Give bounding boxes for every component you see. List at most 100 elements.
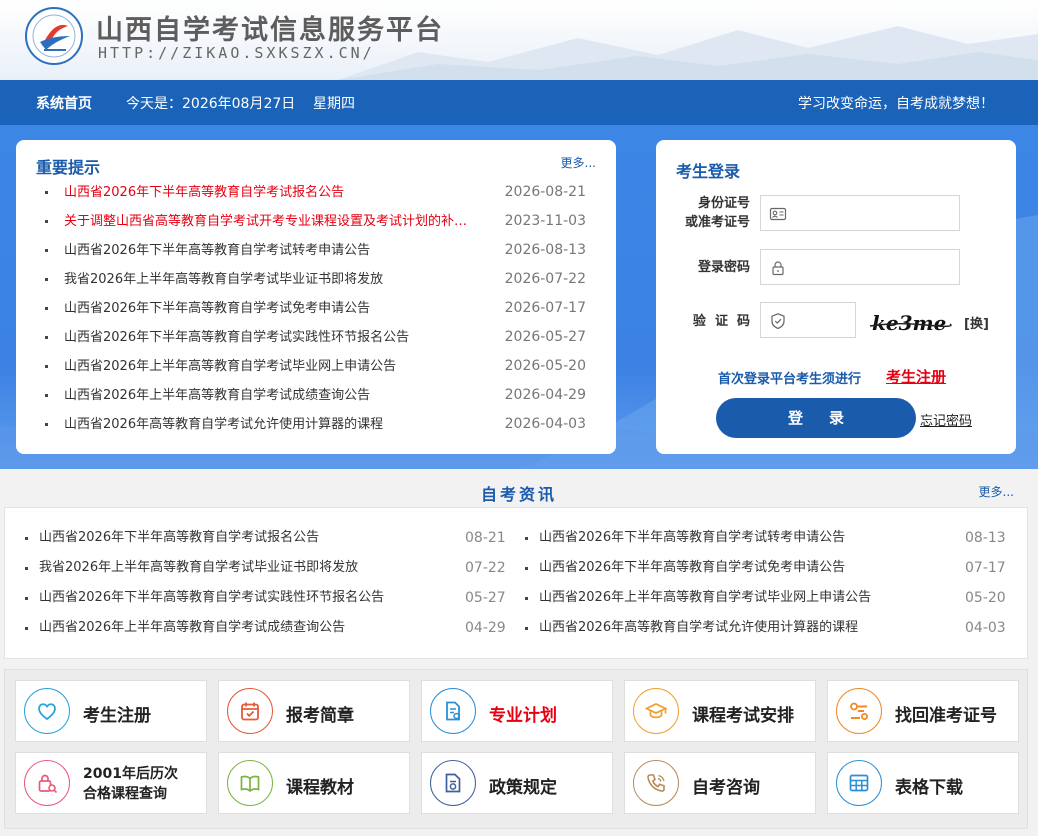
- quick-link-label: 找回准考证号: [895, 706, 997, 726]
- news-section-header: 自考资讯 更多...: [0, 469, 1038, 507]
- top-navbar: 系统首页 今天是：2026年08月27日 星期四 学习改变命运，自考成就梦想！: [0, 80, 1038, 125]
- notice-item-date: 2026-08-13: [504, 242, 586, 258]
- news-item-title[interactable]: 山西省2026年下半年高等教育自学考试免考申请公告: [539, 553, 845, 583]
- news-section-title: 自考资讯: [480, 485, 557, 504]
- forgot-password-link[interactable]: 忘记密码: [920, 410, 972, 429]
- news-item[interactable]: 我省2026年上半年高等教育自学考试毕业证书即将发放 07-22: [25, 553, 509, 583]
- captcha-field[interactable]: [760, 302, 856, 338]
- news-item[interactable]: 山西省2026年高等教育自学考试允许使用计算器的课程 04-03: [525, 613, 1009, 643]
- notice-item-title[interactable]: 山西省2026年下半年高等教育自学考试实践性环节报名公告: [64, 323, 496, 352]
- news-item[interactable]: 山西省2026年上半年高等教育自学考试成绩查询公告 04-29: [25, 613, 509, 643]
- bullet-dot: [45, 278, 48, 281]
- notice-more-link[interactable]: 更多...: [561, 154, 596, 171]
- site-title: 山西自学考试信息服务平台: [96, 15, 444, 46]
- notice-item[interactable]: 山西省2026年下半年高等教育自学考试免考申请公告 2026-07-17: [45, 294, 604, 323]
- news-item-title[interactable]: 山西省2026年上半年高等教育自学考试成绩查询公告: [39, 613, 345, 643]
- quick-link-graduation-cap[interactable]: 课程考试安排: [624, 680, 816, 742]
- quick-link-label-line-2: 合格课程查询: [83, 786, 167, 802]
- notice-item-title[interactable]: 山西省2026年上半年高等教育自学考试成绩查询公告: [64, 381, 496, 410]
- notice-item[interactable]: 山西省2026年下半年高等教育自学考试报名公告 2026-08-21: [45, 178, 604, 207]
- quick-link-calendar[interactable]: 报考简章: [218, 680, 410, 742]
- login-button[interactable]: 登录: [716, 398, 916, 438]
- table-icon: [836, 760, 882, 806]
- notice-item-title[interactable]: 山西省2026年下半年高等教育自学考试转考申请公告: [64, 236, 496, 265]
- news-more-link[interactable]: 更多...: [979, 483, 1014, 500]
- news-item-title[interactable]: 山西省2026年高等教育自学考试允许使用计算器的课程: [539, 613, 858, 643]
- notice-item-date: 2026-08-21: [504, 184, 586, 200]
- notice-item-date: 2026-05-20: [504, 358, 586, 374]
- news-item[interactable]: 山西省2026年下半年高等教育自学考试实践性环节报名公告 05-27: [25, 583, 509, 613]
- notice-item[interactable]: 山西省2026年上半年高等教育自学考试成绩查询公告 2026-04-29: [45, 381, 604, 410]
- notice-item[interactable]: 山西省2026年高等教育自学考试允许使用计算器的课程 2026-04-03: [45, 410, 604, 439]
- lock-icon: [772, 261, 784, 276]
- bullet-dot: [45, 191, 48, 194]
- news-item-title[interactable]: 山西省2026年下半年高等教育自学考试报名公告: [39, 523, 319, 553]
- site-header: 山西自学考试信息服务平台 HTTP://ZIKAO.SXKSZX.CN/: [0, 0, 1038, 80]
- quick-link-book[interactable]: 课程教材: [218, 752, 410, 814]
- notice-item[interactable]: 山西省2026年下半年高等教育自学考试实践性环节报名公告 2026-05-27: [45, 323, 604, 352]
- bullet-dot: [525, 567, 528, 570]
- bullet-dot: [45, 365, 48, 368]
- quick-links-panel: 考生注册 报考简章 专业计划 课程考试安排 找回准考证号 2001年后历次 合格课程查询 课程…: [4, 669, 1028, 829]
- shield-check-icon: [771, 313, 785, 330]
- quick-link-id-search[interactable]: 找回准考证号: [827, 680, 1019, 742]
- site-url[interactable]: HTTP://ZIKAO.SXKSZX.CN/: [98, 44, 375, 62]
- quick-link-label: 考生注册: [83, 706, 151, 726]
- bullet-dot: [45, 423, 48, 426]
- bullet-dot: [45, 336, 48, 339]
- quick-link-lock-search[interactable]: 2001年后历次 合格课程查询: [15, 752, 207, 814]
- quick-link-label: 自考咨询: [692, 778, 760, 798]
- quick-link-table[interactable]: 表格下载: [827, 752, 1019, 814]
- news-item-date: 07-17: [965, 560, 1006, 576]
- news-item-title[interactable]: 山西省2026年下半年高等教育自学考试转考申请公告: [539, 523, 845, 553]
- slogan-text: 学习改变命运，自考成就梦想！: [798, 96, 994, 112]
- quick-link-label: 2001年后历次 合格课程查询: [83, 764, 178, 804]
- quick-link-label: 课程考试安排: [692, 706, 794, 726]
- id-number-field[interactable]: [760, 195, 960, 231]
- id-label-line-2: 或准考证号: [684, 215, 750, 230]
- nav-home-link[interactable]: 系统首页: [36, 93, 92, 113]
- quick-link-label: 专业计划: [489, 706, 557, 726]
- notice-item[interactable]: 山西省2026年上半年高等教育自学考试毕业网上申请公告 2026-05-20: [45, 352, 604, 381]
- notice-item-title[interactable]: 山西省2026年下半年高等教育自学考试报名公告: [64, 178, 496, 207]
- book-icon: [227, 760, 273, 806]
- notice-item[interactable]: 关于调整山西省高等教育自学考试开考专业课程设置及考试计划的补… 2023-11-0…: [45, 207, 604, 236]
- notice-item-title[interactable]: 山西省2026年高等教育自学考试允许使用计算器的课程: [64, 410, 496, 439]
- news-item-title[interactable]: 山西省2026年下半年高等教育自学考试实践性环节报名公告: [39, 583, 384, 613]
- notice-item-date: 2026-07-17: [504, 300, 586, 316]
- news-item[interactable]: 山西省2026年下半年高等教育自学考试转考申请公告 08-13: [525, 523, 1009, 553]
- news-item[interactable]: 山西省2026年下半年高等教育自学考试报名公告 08-21: [25, 523, 509, 553]
- id-number-label: 身份证号 或准考证号: [676, 194, 750, 232]
- quick-link-label-line-1: 2001年后历次: [83, 766, 178, 782]
- notice-item-date: 2026-04-29: [504, 387, 586, 403]
- notice-item[interactable]: 山西省2026年下半年高等教育自学考试转考申请公告 2026-08-13: [45, 236, 604, 265]
- captcha-image[interactable]: ke3me: [866, 308, 952, 338]
- important-notice-panel: 重要提示 更多... 山西省2026年下半年高等教育自学考试报名公告 2026-0…: [16, 140, 616, 454]
- news-item[interactable]: 山西省2026年下半年高等教育自学考试免考申请公告 07-17: [525, 553, 1009, 583]
- notice-item-title[interactable]: 我省2026年上半年高等教育自学考试毕业证书即将发放: [64, 265, 496, 294]
- notice-item-title[interactable]: 山西省2026年下半年高等教育自学考试免考申请公告: [64, 294, 496, 323]
- register-link[interactable]: 考生注册: [886, 366, 946, 387]
- notice-item-title[interactable]: 山西省2026年上半年高等教育自学考试毕业网上申请公告: [64, 352, 496, 381]
- quick-link-document[interactable]: 专业计划: [421, 680, 613, 742]
- notice-item-date: 2026-07-22: [504, 271, 586, 287]
- notice-list: 山西省2026年下半年高等教育自学考试报名公告 2026-08-21 关于调整山西省…: [45, 178, 604, 439]
- notice-item[interactable]: 我省2026年上半年高等教育自学考试毕业证书即将发放 2026-07-22: [45, 265, 604, 294]
- site-logo-icon: [25, 7, 83, 65]
- captcha-label: 验 证 码: [692, 314, 750, 329]
- quick-link-policy-doc[interactable]: 政策规定: [421, 752, 613, 814]
- current-date-text: 今天是：2026年08月27日 星期四: [126, 96, 356, 112]
- bullet-dot: [45, 220, 48, 223]
- id-search-icon: [836, 688, 882, 734]
- news-item-title[interactable]: 山西省2026年上半年高等教育自学考试毕业网上申请公告: [539, 583, 871, 613]
- news-item[interactable]: 山西省2026年上半年高等教育自学考试毕业网上申请公告 05-20: [525, 583, 1009, 613]
- quick-link-phone[interactable]: 自考咨询: [624, 752, 816, 814]
- bullet-dot: [25, 627, 28, 630]
- news-item-title[interactable]: 我省2026年上半年高等教育自学考试毕业证书即将发放: [39, 553, 358, 583]
- news-item-date: 08-21: [465, 530, 506, 546]
- notice-item-title[interactable]: 关于调整山西省高等教育自学考试开考专业课程设置及考试计划的补…: [64, 207, 496, 236]
- captcha-refresh-link[interactable]: [换]: [964, 313, 989, 332]
- password-field[interactable]: [760, 249, 960, 285]
- quick-link-heart[interactable]: 考生注册: [15, 680, 207, 742]
- notice-panel-title: 重要提示: [36, 158, 101, 177]
